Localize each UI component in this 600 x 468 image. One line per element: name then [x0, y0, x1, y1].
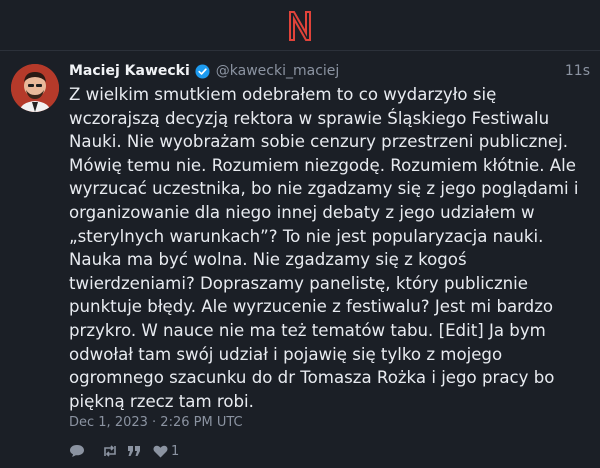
post-text-line: Mówię temu nie. Rozumiem niezgodę. Rozum…: [69, 155, 576, 175]
quote-button[interactable]: [127, 445, 141, 457]
post-text-line: ogromnego szacunku do dr Tomasza Rożka i…: [69, 368, 555, 388]
post-text-line: Nauki. Nie wyobrażam sobie cenzury przes…: [69, 132, 568, 152]
quote-icon: [128, 446, 140, 456]
avatar[interactable]: [11, 64, 59, 112]
n-logo-icon[interactable]: [287, 9, 313, 43]
post-body: Z wielkim smutkiem odebrałem to co wydar…: [69, 83, 589, 413]
post-text-line: punktuje błędy. Ale wyrzucenie z festiwa…: [69, 297, 554, 317]
author-name[interactable]: Maciej Kawecki: [69, 63, 190, 79]
post-text-line: Z wielkim smutkiem odebrałem to co wydar…: [69, 85, 497, 104]
post-time[interactable]: 11s: [565, 63, 590, 79]
post-text-line: odwołał tam swój udział i pojawię się ty…: [69, 344, 503, 364]
post-text-line: twierdzeniami? Dopraszamy panelistę, któ…: [69, 273, 528, 293]
post-text-line: przykro. W nauce nie ma też tematów tabu…: [69, 320, 546, 340]
post-text-line: wczorajszą decyzją rektora w sprawie Ślą…: [69, 108, 550, 128]
repost-button[interactable]: [101, 444, 119, 458]
post-text-line: organizowanie dla niego innej debaty z j…: [69, 202, 535, 222]
post-header: Maciej Kawecki @kawecki_maciej 11s: [69, 61, 590, 81]
post-text-line: Nauka ma być wolna. Nie zgadzamy się z k…: [69, 250, 467, 270]
post-text-line: wyrzucać uczestnika, bo nie zgadzamy się…: [69, 179, 579, 199]
reply-button[interactable]: [69, 444, 85, 458]
post-text-line: „sterylnych warunkach”? To nie jest popu…: [69, 226, 544, 246]
reply-icon: [70, 445, 84, 457]
post-actions: 1: [69, 442, 179, 460]
heart-icon: [153, 445, 168, 457]
like-count: 1: [171, 443, 180, 459]
like-button[interactable]: 1: [153, 444, 179, 459]
post-text-line: piękną rzecz tam robi.: [69, 391, 254, 411]
repost-icon: [104, 445, 116, 457]
top-bar: [0, 0, 600, 51]
verified-badge-icon: [195, 63, 210, 79]
post-date[interactable]: Dec 1, 2023 · 2:26 PM UTC: [69, 415, 243, 430]
author-handle[interactable]: @kawecki_maciej: [216, 63, 340, 79]
